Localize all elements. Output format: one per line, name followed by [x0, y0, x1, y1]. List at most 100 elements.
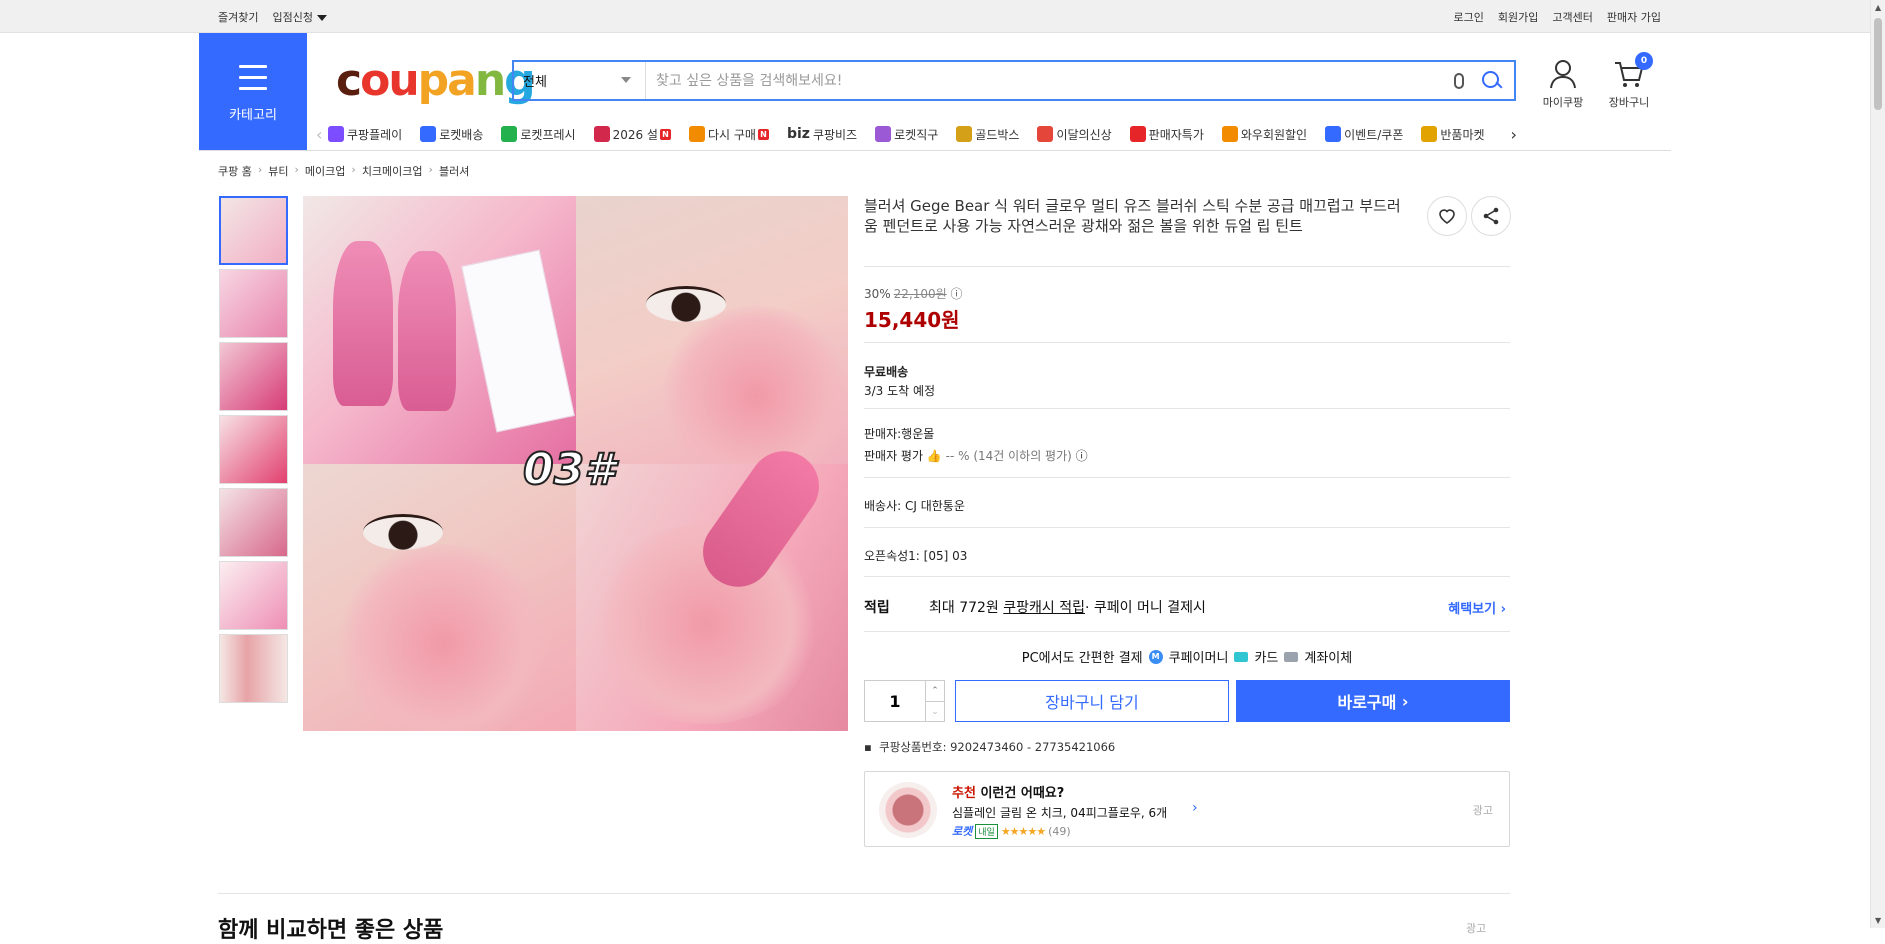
pay-method-coupay: 쿠페이머니	[1168, 651, 1229, 666]
gnb-item[interactable]: 쿠팡플레이	[328, 126, 402, 143]
thumbnail-6[interactable]	[219, 561, 288, 630]
gnb-item[interactable]: biz 쿠팡비즈	[787, 126, 857, 143]
search-category-value: 전체	[523, 75, 547, 90]
gnb-icon	[1325, 126, 1342, 142]
scrollbar[interactable]: ▲ ▼	[1870, 0, 1885, 928]
quantity-down-icon[interactable]: ⌄	[926, 701, 944, 722]
chevron-right-icon: ›	[294, 163, 299, 176]
search-input[interactable]	[646, 62, 1454, 99]
courier: 배송사: CJ 대한통운	[864, 499, 965, 513]
thumbnail-5[interactable]	[219, 488, 288, 557]
gnb-item[interactable]: 반품마켓	[1421, 126, 1485, 143]
breadcrumb: 쿠팡 홈 › 뷰티 › 메이크업 › 치크메이크업 › 블러셔	[218, 163, 469, 179]
seller-name[interactable]: 판매자:행운몰	[864, 425, 934, 442]
info-icon[interactable]: ⓘ	[951, 287, 963, 301]
search-icon[interactable]	[1478, 67, 1506, 95]
user-icon	[1550, 60, 1576, 89]
main-product-image[interactable]: 03#	[303, 196, 848, 731]
gnb-icon	[956, 126, 973, 142]
breadcrumb-item[interactable]: 메이크업	[305, 163, 345, 179]
gnb-label: 와우회원할인	[1240, 127, 1308, 142]
original-price: 22,100원	[893, 287, 947, 301]
buy-now-button[interactable]: 바로구매 ›	[1236, 680, 1510, 722]
signup-link[interactable]: 회원가입	[1498, 9, 1538, 25]
recommend-card[interactable]: 추천 이런건 어때요? 심플레인 글림 온 치크, 04피그플로우, 6개 › …	[864, 771, 1510, 847]
breadcrumb-item[interactable]: 뷰티	[268, 163, 288, 179]
thumbnail-2[interactable]	[219, 269, 288, 338]
gnb-item[interactable]: 이벤트/쿠폰	[1325, 126, 1403, 143]
gnb-icon	[875, 126, 892, 142]
gnb-icon	[1129, 126, 1146, 142]
reward-info: 적립 최대 772원 쿠팡캐시 적립 · 쿠페이 머니 결제시 혜택보기 ›	[864, 597, 1510, 617]
heart-icon	[1439, 209, 1455, 224]
login-link[interactable]: 로그인	[1454, 9, 1484, 25]
pay-method-bank: 계좌이체	[1304, 651, 1353, 666]
seller-signup-link[interactable]: 판매자 가입	[1607, 9, 1661, 25]
gnb-item[interactable]: 골드박스	[956, 126, 1019, 143]
gnb-item[interactable]: 다시 구매 N	[688, 126, 769, 143]
product-photo-cheek	[303, 463, 576, 731]
breadcrumb-item[interactable]: 블러셔	[439, 163, 469, 179]
recommend-item: 심플레인 글림 온 치크, 04피그플로우, 6개	[952, 806, 1168, 820]
customer-center-link[interactable]: 고객센터	[1552, 9, 1592, 25]
quantity-input[interactable]	[865, 681, 925, 721]
mypage-button[interactable]: 마이쿠팡	[1528, 57, 1598, 110]
chevron-left-icon[interactable]: ‹	[316, 125, 328, 144]
divider	[864, 342, 1510, 343]
partner-apply-link[interactable]: 입점신청	[272, 9, 327, 25]
reward-key: 적립	[864, 600, 890, 616]
thumbnail-3[interactable]	[219, 342, 288, 411]
gnb-icon	[420, 126, 437, 142]
card-icon	[1234, 651, 1249, 662]
share-button[interactable]	[1471, 196, 1511, 236]
info-icon[interactable]: ⓘ	[1076, 449, 1088, 463]
thumbnail-1[interactable]	[219, 196, 288, 265]
microphone-icon[interactable]	[1454, 72, 1464, 89]
thumbs-up-icon: 👍	[926, 449, 942, 463]
gnb-item[interactable]: 로켓배송	[420, 126, 483, 143]
benefit-more-link[interactable]: 혜택보기 ›	[1448, 598, 1506, 617]
category-menu-button[interactable]: 카테고리	[199, 33, 307, 150]
coupang-logo[interactable]: coupang	[336, 55, 536, 106]
thumbnail-list	[219, 196, 288, 707]
scroll-up-icon[interactable]: ▲	[1875, 3, 1881, 12]
gnb-item[interactable]: 로켓프레시	[501, 126, 576, 143]
coupay-icon: M	[1148, 649, 1163, 664]
product-photo-packaging	[303, 196, 576, 464]
gnb-item[interactable]: 와우회원할인	[1221, 126, 1308, 143]
thumbnail-4[interactable]	[219, 415, 288, 484]
reward-link[interactable]: 쿠팡캐시 적립	[1003, 597, 1085, 617]
gnb-icon	[593, 126, 610, 142]
scroll-down-icon[interactable]: ▼	[1875, 916, 1881, 925]
breadcrumb-item[interactable]: 치크메이크업	[362, 163, 423, 179]
seller-rating-label: 판매자 평가	[864, 449, 924, 463]
cart-count-badge: 0	[1635, 52, 1653, 70]
wishlist-button[interactable]	[1427, 196, 1467, 236]
partner-apply-label: 입점신청	[272, 10, 313, 24]
breadcrumb-item[interactable]: 쿠팡 홈	[218, 163, 252, 179]
gnb-label: 로켓프레시	[520, 127, 576, 142]
scrollbar-thumb[interactable]	[1874, 18, 1882, 110]
gnb-item[interactable]: 판매자특가	[1129, 126, 1204, 143]
quantity-stepper: ⌃⌄	[864, 680, 945, 722]
thumbnail-7[interactable]	[219, 634, 288, 703]
bookmark-link[interactable]: 즐겨찾기	[218, 9, 258, 25]
search-category-select[interactable]: 전체	[514, 62, 646, 99]
discount-rate: 30%	[864, 287, 891, 301]
mypage-label: 마이쿠팡	[1542, 96, 1584, 109]
add-to-cart-button[interactable]: 장바구니 담기	[955, 680, 1229, 722]
pay-label: PC에서도 간편한 결제	[1021, 651, 1143, 666]
gnb-item[interactable]: 로켓직구	[875, 126, 938, 143]
cart-button[interactable]: 0 장바구니	[1599, 52, 1659, 110]
chevron-right-icon: ›	[428, 163, 433, 176]
gnb-icon	[688, 126, 705, 142]
option-value[interactable]: 오픈속성1: [05] 03	[864, 547, 967, 564]
shipping-eta: 3/3 도착 예정	[864, 384, 936, 398]
reward-text: 최대 772원	[929, 600, 999, 616]
gnb-item[interactable]: 2026 설N	[593, 126, 671, 143]
gnb-label: 쿠팡플레이	[347, 127, 403, 142]
chevron-right-icon[interactable]: ›	[1511, 125, 1523, 144]
product-title: 블러셔 Gege Bear 식 워터 글로우 멀티 유즈 블러쉬 스틱 수분 공…	[864, 197, 1401, 235]
gnb-item[interactable]: 이달의신상	[1037, 126, 1112, 143]
quantity-up-icon[interactable]: ⌃	[926, 681, 944, 701]
